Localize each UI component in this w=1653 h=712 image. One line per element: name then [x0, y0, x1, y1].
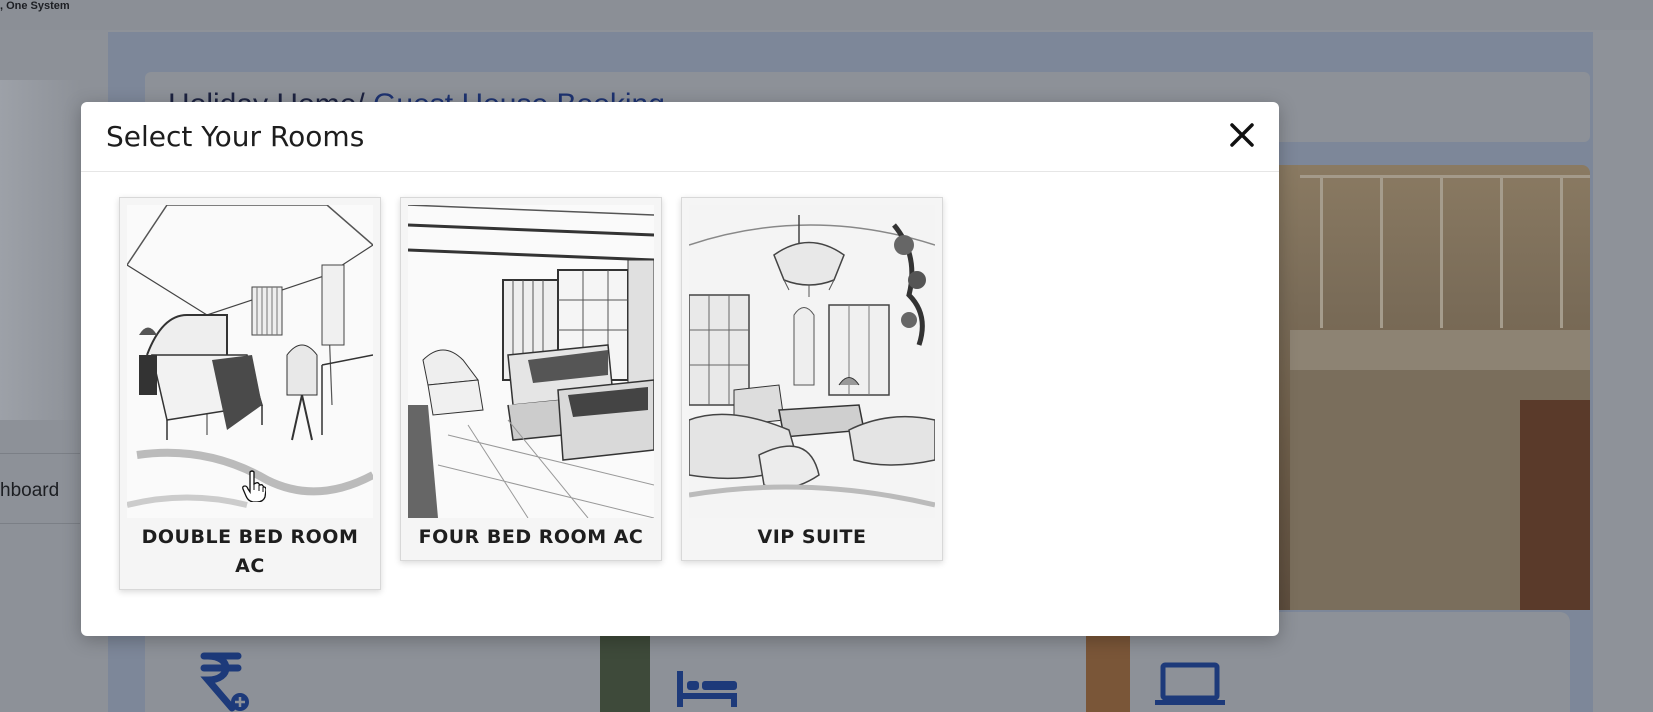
balcony-railing	[1300, 175, 1590, 328]
room-card-vip-suite[interactable]: VIP SUITE	[681, 197, 943, 561]
room-label: DOUBLE BED ROOM AC	[141, 526, 359, 577]
app-tagline: , One System	[0, 0, 70, 12]
room-image-four-bed	[408, 205, 654, 518]
guest-house-photo	[1270, 165, 1590, 610]
close-icon[interactable]	[1227, 120, 1257, 150]
building-door	[1520, 400, 1590, 610]
sidebar-highlight	[0, 80, 80, 420]
select-rooms-modal: Select Your Rooms DOUBLE BED ROOM AC FOU…	[81, 102, 1279, 636]
modal-header: Select Your Rooms	[81, 102, 1279, 172]
sidebar-divider	[0, 453, 80, 454]
laptop-icon	[1155, 660, 1225, 712]
room-image-double-bed	[127, 205, 373, 518]
modal-title: Select Your Rooms	[106, 120, 365, 153]
rupee-icon	[198, 650, 250, 712]
sidebar-divider	[0, 523, 80, 524]
sidebar-item-dashboard[interactable]: hboard	[0, 480, 80, 502]
balcony-beam	[1290, 330, 1590, 370]
room-card-four-bed-room-ac[interactable]: FOUR BED ROOM AC	[400, 197, 662, 561]
app-topbar: , One System	[0, 0, 1653, 30]
room-label: VIP SUITE	[757, 526, 867, 548]
bed-icon	[675, 663, 739, 712]
room-card-double-bed-room-ac[interactable]: DOUBLE BED ROOM AC	[119, 197, 381, 590]
room-image-vip-suite	[689, 205, 935, 518]
room-label: FOUR BED ROOM AC	[418, 526, 644, 548]
